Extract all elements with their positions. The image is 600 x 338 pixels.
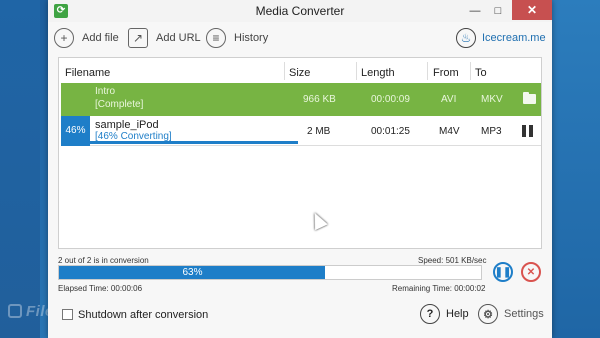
overall-progress-label: 63% [182,267,203,278]
row-filename: sample_iPod [95,119,159,131]
folder-icon[interactable] [523,92,536,104]
close-button[interactable]: ✕ [512,0,552,20]
header-size[interactable]: Size [289,67,310,79]
column-separator [284,62,285,80]
question-icon: ? [420,304,440,324]
plus-icon: + [54,28,74,48]
header-filename[interactable]: Filename [65,67,110,79]
settings-label: Settings [504,308,544,320]
icecream-logo-icon: ♨ [456,28,476,48]
minimize-button[interactable]: — [465,4,485,18]
row-to: MP3 [481,126,502,137]
title-bar: ⟳ Media Converter — □ ✕ [48,0,552,22]
conversion-status: 2 out of 2 is in conversion [58,256,149,265]
cancel-button[interactable]: ✕ [521,262,541,282]
media-converter-window: ⟳ Media Converter — □ ✕ + Add file ↗ Add… [48,0,552,338]
help-label: Help [446,308,469,320]
help-button[interactable]: ? Help [420,304,469,324]
add-url-button[interactable]: ↗ Add URL [128,27,201,49]
shutdown-label: Shutdown after conversion [78,309,209,321]
desktop-background-right [552,0,600,338]
brand-label: Icecream.me [482,32,546,44]
row-size: 966 KB [303,94,336,105]
settings-button[interactable]: ⚙ Settings [478,304,544,324]
column-separator [427,62,428,80]
gear-icon: ⚙ [478,304,498,324]
history-button[interactable]: ≡ History [206,27,268,49]
add-url-label: Add URL [156,32,201,44]
share-icon: ↗ [128,28,148,48]
speed-label: Speed: 501 KB/sec [418,256,487,265]
row-to: MKV [481,94,503,105]
pause-all-button[interactable]: ❚❚ [493,262,513,282]
row-from: AVI [441,94,457,105]
table-row-complete[interactable]: Intro [Complete] 966 KB 00:00:09 AVI MKV [61,83,541,116]
header-to[interactable]: To [475,67,487,79]
watermark-icon [8,304,22,318]
history-label: History [234,32,269,44]
column-separator [470,62,471,80]
maximize-button[interactable]: □ [488,4,508,18]
row-length: 00:01:25 [371,126,410,137]
column-separator [356,62,357,80]
add-file-button[interactable]: + Add file [54,27,119,49]
conversion-table: Filename Size Length From To Intro [Comp… [58,57,542,249]
overall-progress-bar: 63% [58,265,482,280]
row-percent-badge: 46% [61,116,90,146]
header-from[interactable]: From [433,67,459,79]
icecream-link[interactable]: ♨ Icecream.me [456,27,546,49]
desktop-background-left [0,0,40,338]
row-from: M4V [439,126,460,137]
row-progress-bar [90,141,298,144]
pause-icon: ❚❚ [494,266,512,278]
remaining-time: Remaining Time: 00:00:02 [392,284,486,293]
list-icon: ≡ [206,28,226,48]
row-size: 2 MB [307,126,331,137]
row-filename: Intro [95,86,116,97]
table-row-converting[interactable]: 46% sample_iPod [46% Converting] 2 MB 00… [61,116,541,146]
row-pause-icon[interactable] [522,125,534,137]
row-length: 00:00:09 [371,94,410,105]
close-icon: ✕ [526,266,536,278]
row-status: [Complete] [95,99,144,110]
add-file-label: Add file [82,32,119,44]
elapsed-time: Elapsed Time: 00:00:06 [58,284,143,293]
shutdown-checkbox[interactable] [62,309,73,320]
header-length[interactable]: Length [361,67,395,79]
